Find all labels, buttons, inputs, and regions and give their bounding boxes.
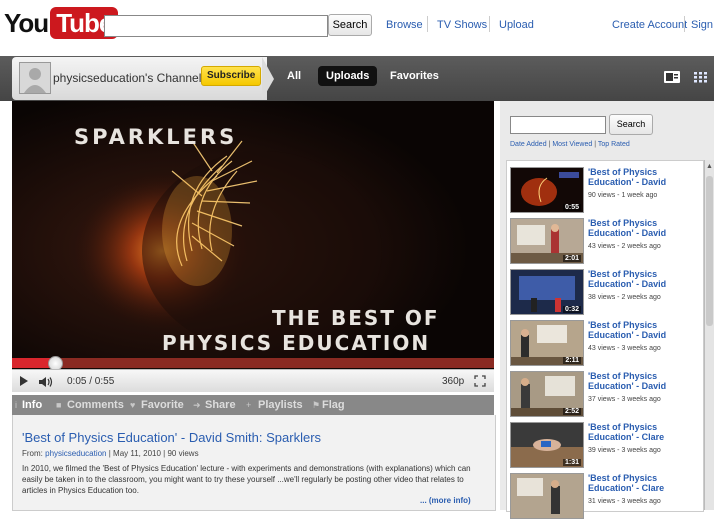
video-thumbnail[interactable]: 2:01 xyxy=(510,218,584,264)
channel-tab-uploads[interactable]: Uploads xyxy=(318,66,378,86)
video-player[interactable]: SPARKLERS THE BEST OF PHYSICS EDUCATION xyxy=(12,101,494,369)
tab-flag[interactable]: Flag xyxy=(322,399,345,411)
tab-comments[interactable]: Comments xyxy=(67,399,124,411)
list-item[interactable]: 2:11 'Best of Physics Education' - David… xyxy=(510,320,700,368)
nav-upload[interactable]: Upload xyxy=(499,19,534,31)
progress-bar[interactable] xyxy=(12,358,494,368)
video-thumbnail[interactable]: 2:11 xyxy=(510,320,584,366)
sort-links: Date Added | Most Viewed | Top Rated xyxy=(510,141,630,148)
tab-info[interactable]: Info xyxy=(22,399,42,411)
flag-icon: ⚑ xyxy=(312,400,321,410)
list-item[interactable]: 0:32 'Best of Physics Education' - David… xyxy=(510,269,700,317)
nav-divider xyxy=(427,16,428,32)
share-icon: ➜ xyxy=(193,400,201,410)
tab-share[interactable]: Share xyxy=(205,399,236,411)
play-icon[interactable] xyxy=(20,376,28,386)
nav-divider xyxy=(684,16,685,32)
favorite-icon: ♥ xyxy=(130,400,136,410)
list-item[interactable]: 0:55 'Best of Physics Education' - David… xyxy=(510,167,700,215)
video-thumbnail[interactable] xyxy=(510,473,584,519)
search-button[interactable]: Search xyxy=(328,14,372,36)
video-link[interactable]: 'Best of Physics Education' - Clare xyxy=(588,473,698,493)
sort-most-viewed[interactable]: Most Viewed xyxy=(552,141,592,148)
video-duration: 1:31 xyxy=(562,459,581,466)
video-meta: 43 views - 3 weeks ago xyxy=(588,345,661,352)
video-thumbnail[interactable]: 0:32 xyxy=(510,269,584,315)
video-thumbnail[interactable]: 2:52 xyxy=(510,371,584,417)
grid-view-icon[interactable] xyxy=(694,70,708,88)
channel-name[interactable]: physicseducation's Channel xyxy=(53,71,201,85)
video-link[interactable]: 'Best of Physics Education' - David xyxy=(588,218,698,238)
video-link[interactable]: 'Best of Physics Education' - David xyxy=(588,167,698,187)
nav-browse[interactable]: Browse xyxy=(386,19,423,31)
tab-favorite[interactable]: Favorite xyxy=(141,399,184,411)
video-meta: 37 views - 3 weeks ago xyxy=(588,396,661,403)
channel-tab-arrow xyxy=(262,57,274,100)
list-scrollbar-thumb[interactable] xyxy=(706,176,713,326)
info-icon: i xyxy=(15,400,17,410)
video-duration: 2:11 xyxy=(563,357,581,364)
channel-tab-favorites[interactable]: Favorites xyxy=(390,70,439,82)
list-item[interactable]: 2:52 'Best of Physics Education' - David… xyxy=(510,371,700,419)
time-display: 0:05 / 0:55 xyxy=(67,376,115,387)
subscribe-button[interactable]: Subscribe xyxy=(201,66,262,86)
channel-tab-all[interactable]: All xyxy=(287,70,301,82)
video-meta: 38 views - 2 weeks ago xyxy=(588,294,661,301)
video-thumbnail[interactable]: 0:55 xyxy=(510,167,584,213)
more-info-link[interactable]: ... (more info) xyxy=(420,496,471,505)
volume-icon[interactable] xyxy=(38,375,54,393)
list-item[interactable]: 1:31 'Best of Physics Education' - Clare… xyxy=(510,422,700,470)
playlist-icon: + xyxy=(246,400,252,410)
video-link[interactable]: 'Best of Physics Education' - David xyxy=(588,371,698,391)
player-view-icon[interactable] xyxy=(664,70,680,88)
video-meta: 39 views - 3 weeks ago xyxy=(588,447,661,454)
video-duration: 0:32 xyxy=(562,306,581,313)
video-title-overlay: SPARKLERS xyxy=(74,125,238,149)
fullscreen-icon[interactable] xyxy=(474,374,486,392)
tab-playlists[interactable]: Playlists xyxy=(258,399,303,411)
comments-icon: ■ xyxy=(56,400,62,410)
video-meta: 43 views - 2 weeks ago xyxy=(588,243,661,250)
nav-tv-shows[interactable]: TV Shows xyxy=(437,19,487,31)
quality-selector[interactable]: 360p xyxy=(442,376,464,387)
create-account-link[interactable]: Create Account xyxy=(612,19,687,31)
sort-top-rated[interactable]: Top Rated xyxy=(598,141,630,148)
video-subtitle-overlay-1: THE BEST OF xyxy=(272,306,440,330)
video-link[interactable]: 'Best of Physics Education' - David xyxy=(588,269,698,289)
logo-you: You xyxy=(4,7,49,38)
video-link[interactable]: 'Best of Physics Education' - Clare xyxy=(588,422,698,442)
scroll-up-icon[interactable]: ▲ xyxy=(706,163,713,170)
video-title: 'Best of Physics Education' - David Smit… xyxy=(22,430,322,445)
video-meta: 90 views - 1 week ago xyxy=(588,192,658,199)
sign-in-link[interactable]: Sign xyxy=(691,19,713,31)
upload-meta: | May 11, 2010 | 90 views xyxy=(108,449,199,458)
avatar[interactable] xyxy=(19,62,51,94)
from-label: From: xyxy=(22,449,43,458)
video-duration: 2:01 xyxy=(562,255,581,262)
video-link[interactable]: 'Best of Physics Education' - David xyxy=(588,320,698,340)
channel-search-button[interactable]: Search xyxy=(609,114,653,135)
video-meta: 31 views - 3 weeks ago xyxy=(588,498,661,505)
video-meta: From: physicseducation | May 11, 2010 | … xyxy=(22,449,199,458)
search-input[interactable] xyxy=(104,15,328,37)
nav-divider xyxy=(489,16,490,32)
video-thumbnail[interactable]: 1:31 xyxy=(510,422,584,468)
sort-date-added[interactable]: Date Added xyxy=(510,141,547,148)
list-item[interactable]: 'Best of Physics Education' - Clare 31 v… xyxy=(510,473,700,521)
uploader-link[interactable]: physicseducation xyxy=(45,449,106,458)
channel-search-input[interactable] xyxy=(510,116,606,134)
video-subtitle-overlay-2: PHYSICS EDUCATION xyxy=(162,331,431,355)
video-duration: 0:55 xyxy=(562,204,581,211)
video-duration: 2:52 xyxy=(562,408,581,415)
youtube-logo[interactable]: You Tube xyxy=(4,6,119,40)
video-description: In 2010, we filmed the 'Best of Physics … xyxy=(22,464,471,495)
list-item[interactable]: 2:01 'Best of Physics Education' - David… xyxy=(510,218,700,266)
